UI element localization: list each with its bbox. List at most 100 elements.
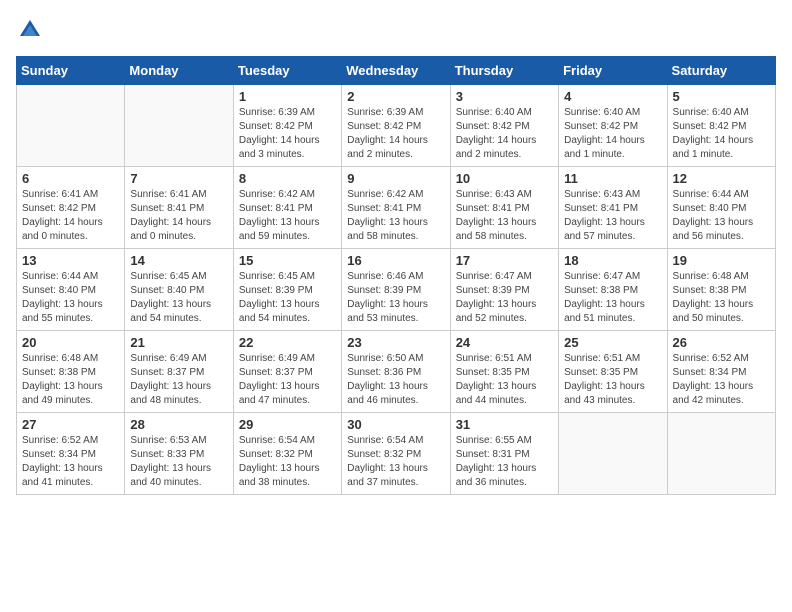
day-info: Sunrise: 6:42 AMSunset: 8:41 PMDaylight:…	[239, 188, 336, 244]
day-number: 1	[239, 89, 336, 104]
calendar-cell	[17, 85, 125, 167]
day-number: 24	[456, 335, 553, 350]
day-info: Sunrise: 6:42 AMSunset: 8:41 PMDaylight:…	[347, 188, 444, 244]
calendar-cell: 31 Sunrise: 6:55 AMSunset: 8:31 PMDayligh…	[450, 413, 558, 495]
calendar-cell: 2Sunrise: 6:39 AMSunset: 8:42 PMDaylight…	[342, 85, 450, 167]
calendar-cell: 15 Sunrise: 6:45 AMSunset: 8:39 PMDayligh…	[233, 249, 341, 331]
week-row: 6 Sunrise: 6:41 AMSunset: 8:42 PMDaylight…	[17, 167, 776, 249]
calendar-cell: 27 Sunrise: 6:52 AMSunset: 8:34 PMDayligh…	[17, 413, 125, 495]
day-of-week-header: Tuesday	[233, 57, 341, 85]
calendar-header-row: SundayMondayTuesdayWednesdayThursdayFrid…	[17, 57, 776, 85]
day-number: 12	[673, 171, 770, 186]
day-number: 13	[22, 253, 119, 268]
day-number: 15	[239, 253, 336, 268]
calendar-cell: 9 Sunrise: 6:42 AMSunset: 8:41 PMDaylight…	[342, 167, 450, 249]
day-number: 9	[347, 171, 444, 186]
calendar-cell: 6 Sunrise: 6:41 AMSunset: 8:42 PMDaylight…	[17, 167, 125, 249]
day-info: Sunrise: 6:44 AMSunset: 8:40 PMDaylight:…	[673, 188, 770, 244]
day-info: Sunrise: 6:45 AMSunset: 8:39 PMDaylight:…	[239, 270, 336, 326]
day-number: 11	[564, 171, 661, 186]
day-number: 28	[130, 417, 227, 432]
calendar-cell: 10 Sunrise: 6:43 AMSunset: 8:41 PMDayligh…	[450, 167, 558, 249]
calendar-cell: 16 Sunrise: 6:46 AMSunset: 8:39 PMDayligh…	[342, 249, 450, 331]
day-info: Sunrise: 6:39 AMSunset: 8:42 PMDaylight:…	[239, 106, 336, 162]
calendar-cell: 21 Sunrise: 6:49 AMSunset: 8:37 PMDayligh…	[125, 331, 233, 413]
day-info: Sunrise: 6:50 AMSunset: 8:36 PMDaylight:…	[347, 352, 444, 408]
day-info: Sunrise: 6:41 AMSunset: 8:42 PMDaylight:…	[22, 188, 119, 244]
day-number: 29	[239, 417, 336, 432]
day-info: Sunrise: 6:40 AMSunset: 8:42 PMDaylight:…	[673, 106, 770, 162]
day-number: 19	[673, 253, 770, 268]
day-info: Sunrise: 6:45 AMSunset: 8:40 PMDaylight:…	[130, 270, 227, 326]
day-info: Sunrise: 6:55 AMSunset: 8:31 PMDaylight:…	[456, 434, 553, 490]
day-number: 20	[22, 335, 119, 350]
day-info: Sunrise: 6:54 AMSunset: 8:32 PMDaylight:…	[347, 434, 444, 490]
calendar-cell: 18Sunrise: 6:47 AMSunset: 8:38 PMDayligh…	[559, 249, 667, 331]
day-number: 17	[456, 253, 553, 268]
page-header	[16, 16, 776, 44]
logo-icon	[16, 16, 44, 44]
calendar-cell: 4Sunrise: 6:40 AMSunset: 8:42 PMDaylight…	[559, 85, 667, 167]
logo	[16, 16, 48, 44]
day-number: 8	[239, 171, 336, 186]
day-number: 27	[22, 417, 119, 432]
calendar-cell	[667, 413, 775, 495]
day-info: Sunrise: 6:48 AMSunset: 8:38 PMDaylight:…	[22, 352, 119, 408]
calendar-cell: 14 Sunrise: 6:45 AMSunset: 8:40 PMDayligh…	[125, 249, 233, 331]
calendar-cell: 13 Sunrise: 6:44 AMSunset: 8:40 PMDayligh…	[17, 249, 125, 331]
calendar-cell: 17Sunrise: 6:47 AMSunset: 8:39 PMDayligh…	[450, 249, 558, 331]
calendar-cell	[125, 85, 233, 167]
calendar-cell: 26Sunrise: 6:52 AMSunset: 8:34 PMDayligh…	[667, 331, 775, 413]
day-number: 31	[456, 417, 553, 432]
day-number: 16	[347, 253, 444, 268]
day-number: 21	[130, 335, 227, 350]
calendar-cell: 11 Sunrise: 6:43 AMSunset: 8:41 PMDayligh…	[559, 167, 667, 249]
week-row: 20 Sunrise: 6:48 AMSunset: 8:38 PMDayligh…	[17, 331, 776, 413]
day-info: Sunrise: 6:52 AMSunset: 8:34 PMDaylight:…	[22, 434, 119, 490]
calendar-cell: 5 Sunrise: 6:40 AMSunset: 8:42 PMDaylight…	[667, 85, 775, 167]
day-number: 3	[456, 89, 553, 104]
day-number: 26	[673, 335, 770, 350]
day-info: Sunrise: 6:51 AMSunset: 8:35 PMDaylight:…	[564, 352, 661, 408]
day-of-week-header: Saturday	[667, 57, 775, 85]
calendar-cell: 25Sunrise: 6:51 AMSunset: 8:35 PMDayligh…	[559, 331, 667, 413]
week-row: 27 Sunrise: 6:52 AMSunset: 8:34 PMDayligh…	[17, 413, 776, 495]
week-row: 1 Sunrise: 6:39 AMSunset: 8:42 PMDaylight…	[17, 85, 776, 167]
calendar-cell: 28Sunrise: 6:53 AMSunset: 8:33 PMDayligh…	[125, 413, 233, 495]
day-number: 22	[239, 335, 336, 350]
calendar-cell: 23 Sunrise: 6:50 AMSunset: 8:36 PMDayligh…	[342, 331, 450, 413]
day-number: 7	[130, 171, 227, 186]
day-number: 10	[456, 171, 553, 186]
day-info: Sunrise: 6:44 AMSunset: 8:40 PMDaylight:…	[22, 270, 119, 326]
day-number: 5	[673, 89, 770, 104]
day-info: Sunrise: 6:40 AMSunset: 8:42 PMDaylight:…	[456, 106, 553, 162]
calendar-cell: 19 Sunrise: 6:48 AMSunset: 8:38 PMDayligh…	[667, 249, 775, 331]
day-info: Sunrise: 6:43 AMSunset: 8:41 PMDaylight:…	[564, 188, 661, 244]
day-number: 30	[347, 417, 444, 432]
calendar-cell: 1 Sunrise: 6:39 AMSunset: 8:42 PMDaylight…	[233, 85, 341, 167]
calendar-cell: 12 Sunrise: 6:44 AMSunset: 8:40 PMDayligh…	[667, 167, 775, 249]
calendar-cell: 3 Sunrise: 6:40 AMSunset: 8:42 PMDaylight…	[450, 85, 558, 167]
day-info: Sunrise: 6:51 AMSunset: 8:35 PMDaylight:…	[456, 352, 553, 408]
day-info: Sunrise: 6:47 AMSunset: 8:38 PMDaylight:…	[564, 270, 661, 326]
day-of-week-header: Thursday	[450, 57, 558, 85]
calendar-cell: 7Sunrise: 6:41 AMSunset: 8:41 PMDaylight…	[125, 167, 233, 249]
day-number: 23	[347, 335, 444, 350]
day-info: Sunrise: 6:54 AMSunset: 8:32 PMDaylight:…	[239, 434, 336, 490]
day-of-week-header: Monday	[125, 57, 233, 85]
day-number: 14	[130, 253, 227, 268]
calendar-cell: 30 Sunrise: 6:54 AMSunset: 8:32 PMDayligh…	[342, 413, 450, 495]
day-info: Sunrise: 6:43 AMSunset: 8:41 PMDaylight:…	[456, 188, 553, 244]
day-info: Sunrise: 6:49 AMSunset: 8:37 PMDaylight:…	[239, 352, 336, 408]
calendar-cell: 8 Sunrise: 6:42 AMSunset: 8:41 PMDaylight…	[233, 167, 341, 249]
day-number: 6	[22, 171, 119, 186]
day-info: Sunrise: 6:46 AMSunset: 8:39 PMDaylight:…	[347, 270, 444, 326]
day-of-week-header: Sunday	[17, 57, 125, 85]
calendar-cell: 29 Sunrise: 6:54 AMSunset: 8:32 PMDayligh…	[233, 413, 341, 495]
day-info: Sunrise: 6:49 AMSunset: 8:37 PMDaylight:…	[130, 352, 227, 408]
day-of-week-header: Wednesday	[342, 57, 450, 85]
calendar-cell: 24 Sunrise: 6:51 AMSunset: 8:35 PMDayligh…	[450, 331, 558, 413]
day-info: Sunrise: 6:39 AMSunset: 8:42 PMDaylight:…	[347, 106, 444, 162]
calendar-cell	[559, 413, 667, 495]
day-info: Sunrise: 6:48 AMSunset: 8:38 PMDaylight:…	[673, 270, 770, 326]
